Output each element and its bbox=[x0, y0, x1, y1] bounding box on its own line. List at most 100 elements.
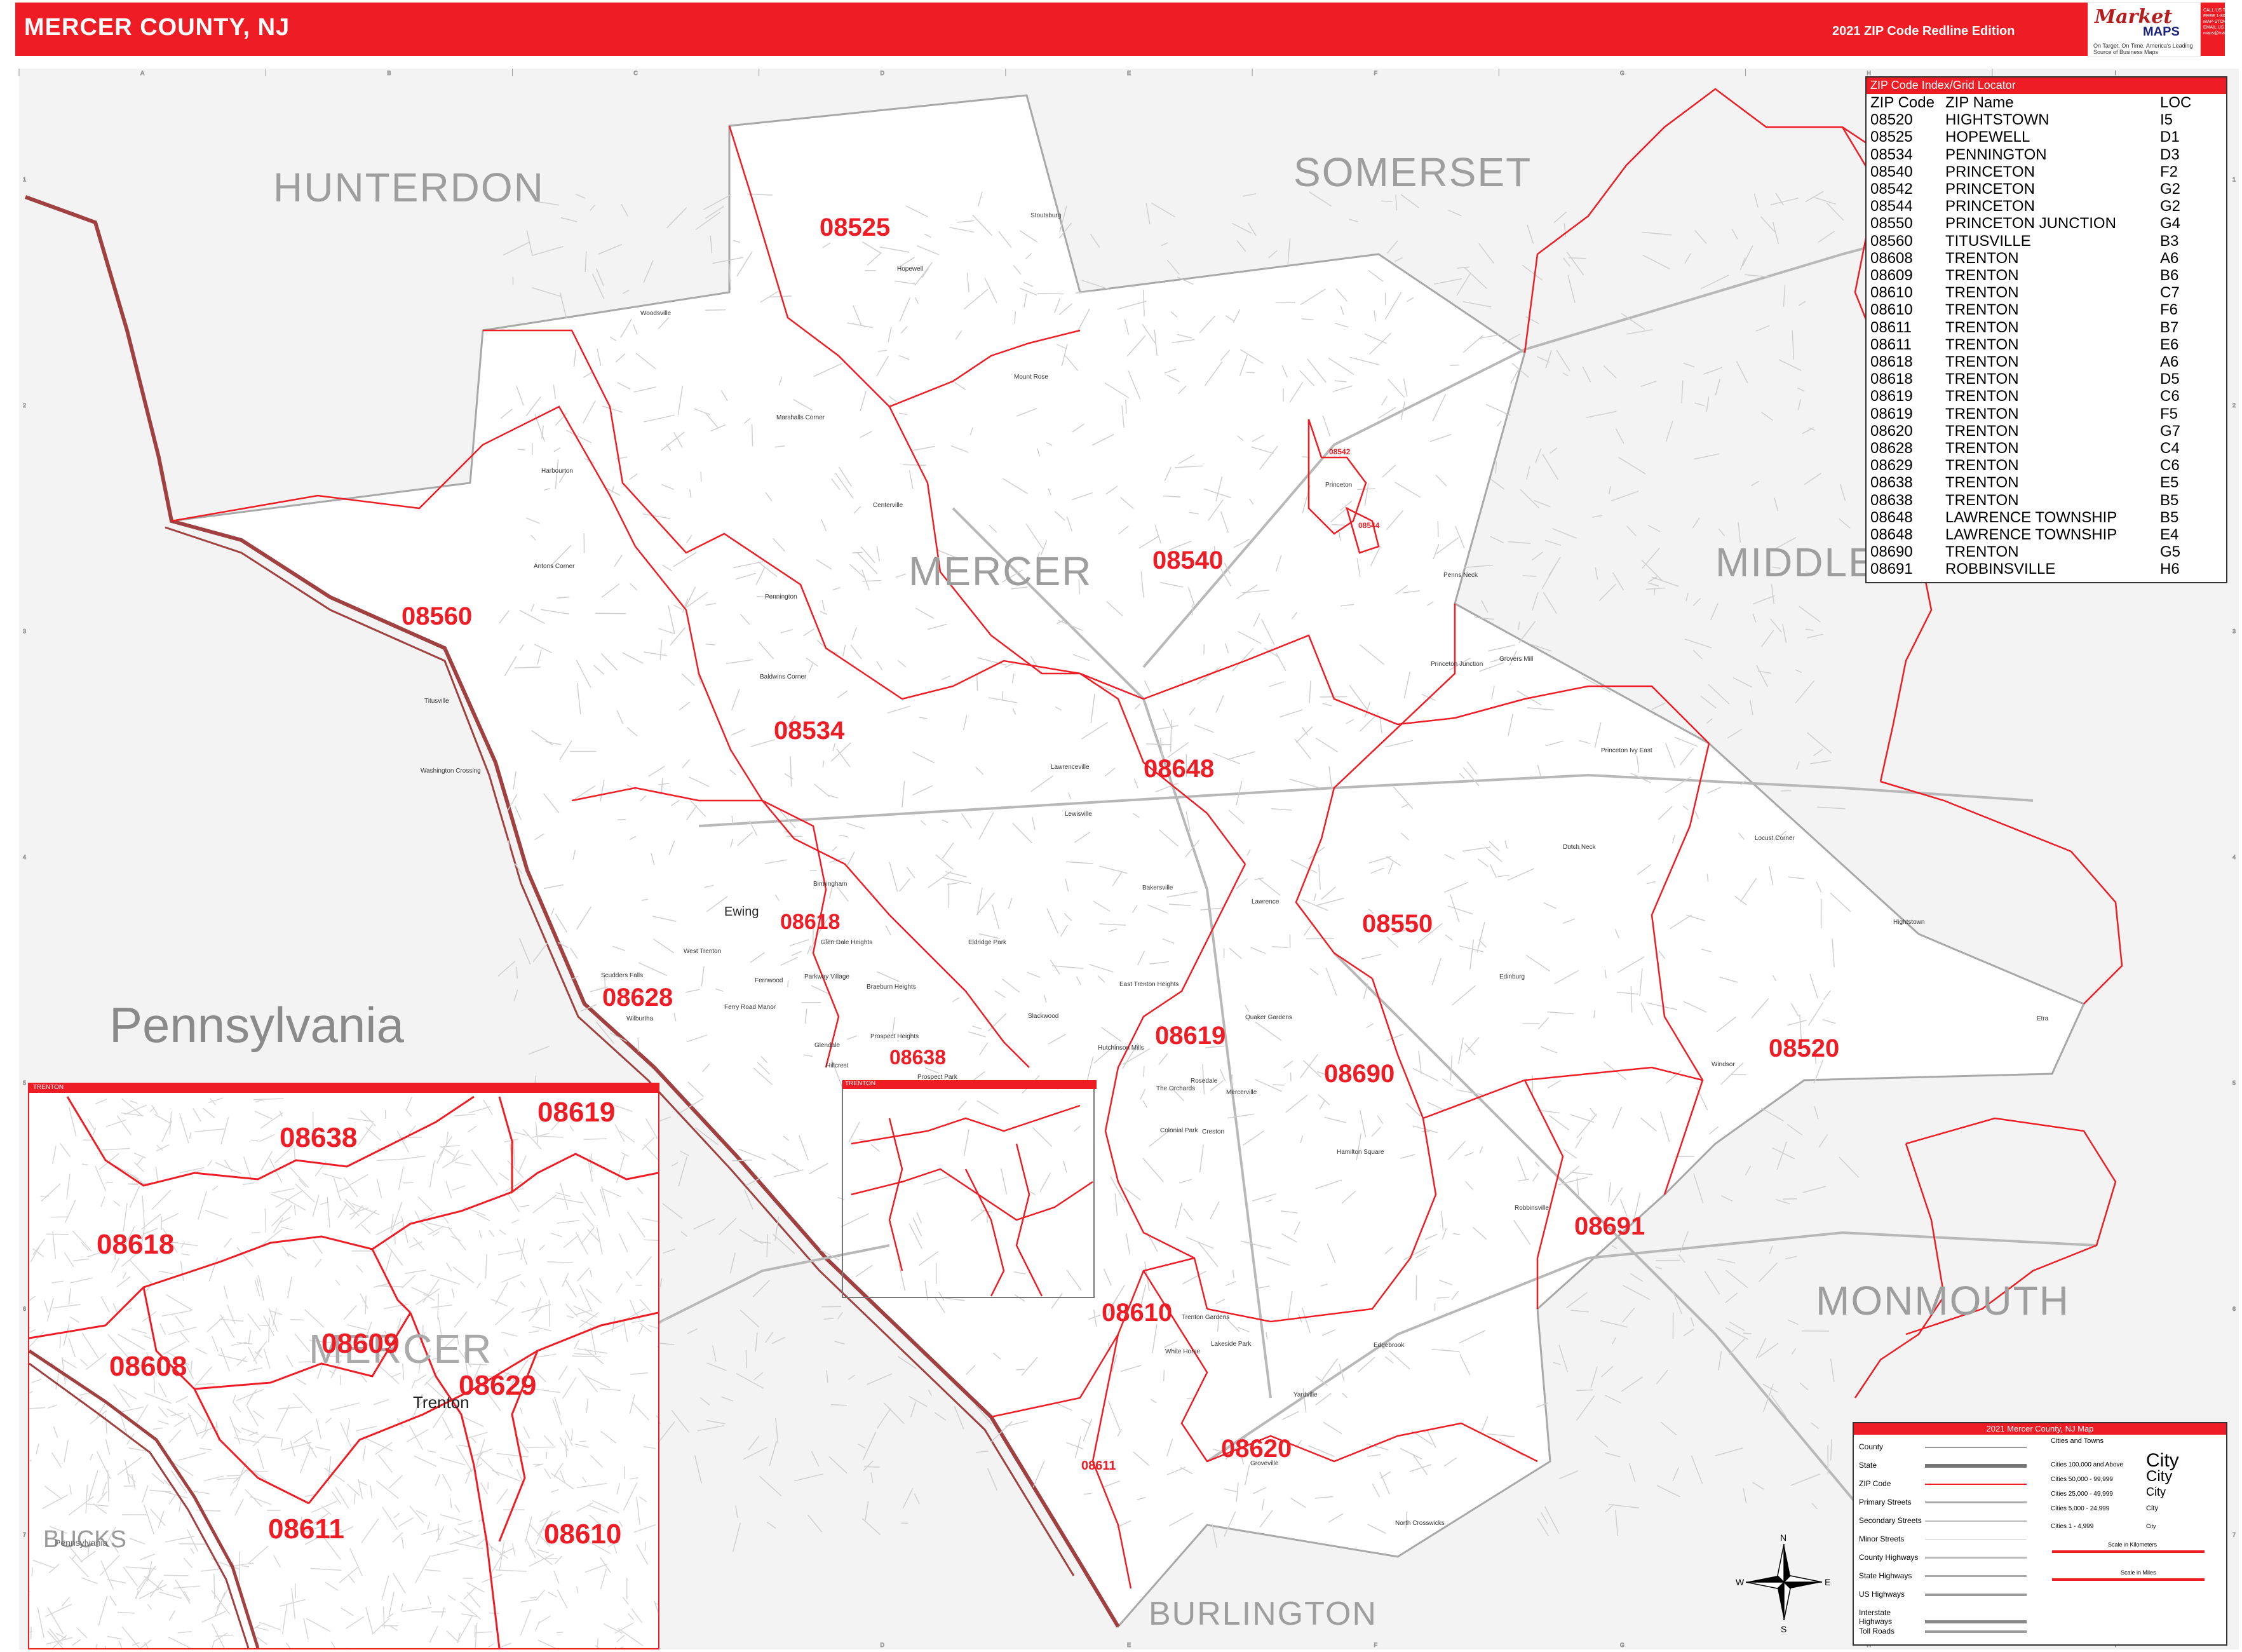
index-loc-cell: G2 bbox=[2160, 180, 2181, 198]
index-row[interactable]: 08638 TRENTON B5 bbox=[1867, 492, 2226, 509]
zip-label[interactable]: 08525 bbox=[820, 213, 890, 242]
zip-label[interactable]: 08520 bbox=[1769, 1034, 1839, 1063]
town-label: Lawrenceville bbox=[1051, 764, 1090, 771]
grid-column-label: F bbox=[1374, 1642, 1377, 1648]
zip-label[interactable]: 08550 bbox=[1362, 910, 1433, 938]
index-row[interactable]: 08648 LAWRENCE TOWNSHIP E4 bbox=[1867, 526, 2226, 543]
grid-row-label: 2 bbox=[2232, 402, 2236, 409]
index-row[interactable]: 08618 TRENTON A6 bbox=[1867, 353, 2226, 370]
index-name-cell: PRINCETON bbox=[1945, 198, 2035, 215]
index-row[interactable]: 08620 TRENTON G7 bbox=[1867, 423, 2226, 440]
county-label-burlington: BURLINGTON bbox=[1149, 1595, 1377, 1632]
grid-column-label: E bbox=[1127, 70, 1131, 76]
index-row[interactable]: 08638 TRENTON E5 bbox=[1867, 474, 2226, 491]
zip-label[interactable]: 08542 bbox=[1329, 447, 1350, 456]
legend-line-swatch bbox=[1925, 1630, 2027, 1633]
town-label: Quaker Gardens bbox=[1245, 1014, 1292, 1021]
index-zip-cell: 08618 bbox=[1870, 353, 1913, 371]
index-row[interactable]: 08534 PENNINGTON D3 bbox=[1867, 146, 2226, 163]
town-label: Dutch Neck bbox=[1563, 844, 1596, 851]
zip-label[interactable]: 08540 bbox=[1152, 546, 1223, 575]
index-loc-cell: F6 bbox=[2160, 301, 2178, 319]
town-label: Lewisville bbox=[1065, 811, 1092, 818]
grid-column-label: D bbox=[881, 1642, 885, 1648]
zip-label[interactable]: 08611 bbox=[1081, 1459, 1116, 1473]
inset-zip-label[interactable]: 08610 bbox=[544, 1519, 621, 1550]
index-zip-cell: 08691 bbox=[1870, 560, 1913, 578]
zip-label[interactable]: 08544 bbox=[1358, 521, 1379, 530]
zip-label[interactable]: 08628 bbox=[602, 984, 673, 1012]
index-zip-cell: 08638 bbox=[1870, 474, 1913, 492]
town-label: Prospect Heights bbox=[870, 1033, 919, 1040]
zip-label[interactable]: 08620 bbox=[1221, 1435, 1292, 1463]
zip-label[interactable]: 08648 bbox=[1144, 755, 1214, 783]
town-label: Eldridge Park bbox=[968, 939, 1007, 946]
zip-label[interactable]: 08691 bbox=[1574, 1212, 1645, 1241]
legend-city-range: Cities 1 - 4,999 bbox=[2051, 1523, 2094, 1530]
index-row[interactable]: 08560 TITUSVILLE B3 bbox=[1867, 233, 2226, 250]
zip-label[interactable]: 08610 bbox=[1102, 1299, 1172, 1327]
inset-zip-label[interactable]: 08629 bbox=[459, 1370, 536, 1402]
index-row[interactable]: 08608 TRENTON A6 bbox=[1867, 250, 2226, 267]
inset-zip-label[interactable]: 08619 bbox=[537, 1097, 615, 1128]
index-zip-cell: 08540 bbox=[1870, 163, 1913, 180]
index-row[interactable]: 08611 TRENTON E6 bbox=[1867, 336, 2226, 353]
zip-label[interactable]: 08618 bbox=[780, 910, 841, 935]
index-name-cell: TRENTON bbox=[1945, 457, 2019, 475]
index-row[interactable]: 08609 TRENTON B6 bbox=[1867, 267, 2226, 284]
index-row[interactable]: 08610 TRENTON C7 bbox=[1867, 284, 2226, 301]
inset-zip-label[interactable]: 08638 bbox=[280, 1122, 357, 1154]
index-row[interactable]: 08648 LAWRENCE TOWNSHIP B5 bbox=[1867, 509, 2226, 526]
zip-label[interactable]: 08560 bbox=[402, 602, 472, 631]
legend-line-swatch bbox=[1925, 1446, 2027, 1448]
legend-city-row: Cities 50,000 - 99,999 City bbox=[2051, 1468, 2172, 1486]
index-row[interactable]: 08619 TRENTON C6 bbox=[1867, 388, 2226, 405]
index-row[interactable]: 08691 ROBBINSVILLE H6 bbox=[1867, 560, 2226, 578]
town-label: Hillcrest bbox=[826, 1062, 849, 1069]
index-row[interactable]: 08520 HIGHTSTOWN I5 bbox=[1867, 111, 2226, 128]
legend-city-sample: City bbox=[2146, 1468, 2173, 1485]
zip-label[interactable]: 08534 bbox=[774, 717, 844, 745]
town-label: Hutchinson Mills bbox=[1098, 1045, 1144, 1052]
index-name-cell: TRENTON bbox=[1945, 422, 2019, 440]
index-row[interactable]: 08619 TRENTON F5 bbox=[1867, 405, 2226, 423]
index-row[interactable]: 08618 TRENTON D5 bbox=[1867, 370, 2226, 388]
town-label: Harbourton bbox=[541, 468, 574, 475]
index-row[interactable]: 08525 HOPEWELL D1 bbox=[1867, 128, 2226, 146]
inset-zip-label[interactable]: 08611 bbox=[268, 1513, 344, 1545]
index-name-cell: HOPEWELL bbox=[1945, 128, 2030, 146]
zip-label[interactable]: 08690 bbox=[1324, 1060, 1394, 1088]
index-row[interactable]: 08629 TRENTON C6 bbox=[1867, 457, 2226, 474]
town-label: Ferry Road Manor bbox=[724, 1004, 776, 1011]
zip-label[interactable]: 08619 bbox=[1155, 1022, 1226, 1050]
index-loc-cell: G2 bbox=[2160, 198, 2181, 215]
town-label: East Trenton Heights bbox=[1119, 981, 1179, 988]
town-label: Etra bbox=[2037, 1015, 2049, 1022]
town-label: Lawrence bbox=[1252, 898, 1280, 905]
index-row[interactable]: 08628 TRENTON C4 bbox=[1867, 440, 2226, 457]
scale-mi-bar bbox=[2052, 1578, 2205, 1581]
index-row[interactable]: 08550 PRINCETON JUNCTION G4 bbox=[1867, 215, 2226, 232]
legend-item-label: US Highways bbox=[1859, 1590, 1905, 1599]
index-row[interactable]: 08542 PRINCETON G2 bbox=[1867, 180, 2226, 198]
legend-item: Secondary Streets bbox=[1859, 1516, 2027, 1525]
index-row[interactable]: 08690 TRENTON G5 bbox=[1867, 543, 2226, 560]
inset-zip-label[interactable]: 08609 bbox=[321, 1328, 399, 1360]
county-label-hunterdon: HUNTERDON bbox=[273, 165, 544, 210]
county-label-middlesex: MIDDLE bbox=[1715, 539, 1877, 585]
index-loc-cell: C6 bbox=[2160, 457, 2180, 475]
trenton-inset-map[interactable]: TRENTON MERCER 08638 08619 08618 08609 0… bbox=[28, 1083, 659, 1649]
index-row[interactable]: 08611 TRENTON B7 bbox=[1867, 319, 2226, 336]
compass-w: W bbox=[1736, 1577, 1745, 1587]
index-row[interactable]: 08610 TRENTON F6 bbox=[1867, 301, 2226, 318]
index-row[interactable]: 08544 PRINCETON G2 bbox=[1867, 198, 2226, 215]
index-row[interactable]: 08540 PRINCETON F2 bbox=[1867, 163, 2226, 180]
inset-city-label-trenton: Trenton bbox=[413, 1393, 469, 1412]
inset-zip-label[interactable]: 08618 bbox=[97, 1229, 174, 1261]
scale-mi-label: Scale in Miles bbox=[2121, 1569, 2156, 1576]
zip-label[interactable]: 08638 bbox=[889, 1046, 946, 1069]
grid-row-label: 5 bbox=[2232, 1080, 2236, 1086]
index-title: ZIP Code Index/Grid Locator bbox=[1867, 78, 2226, 94]
index-name-cell: TRENTON bbox=[1945, 318, 2019, 336]
inset-zip-label[interactable]: 08608 bbox=[109, 1351, 187, 1383]
